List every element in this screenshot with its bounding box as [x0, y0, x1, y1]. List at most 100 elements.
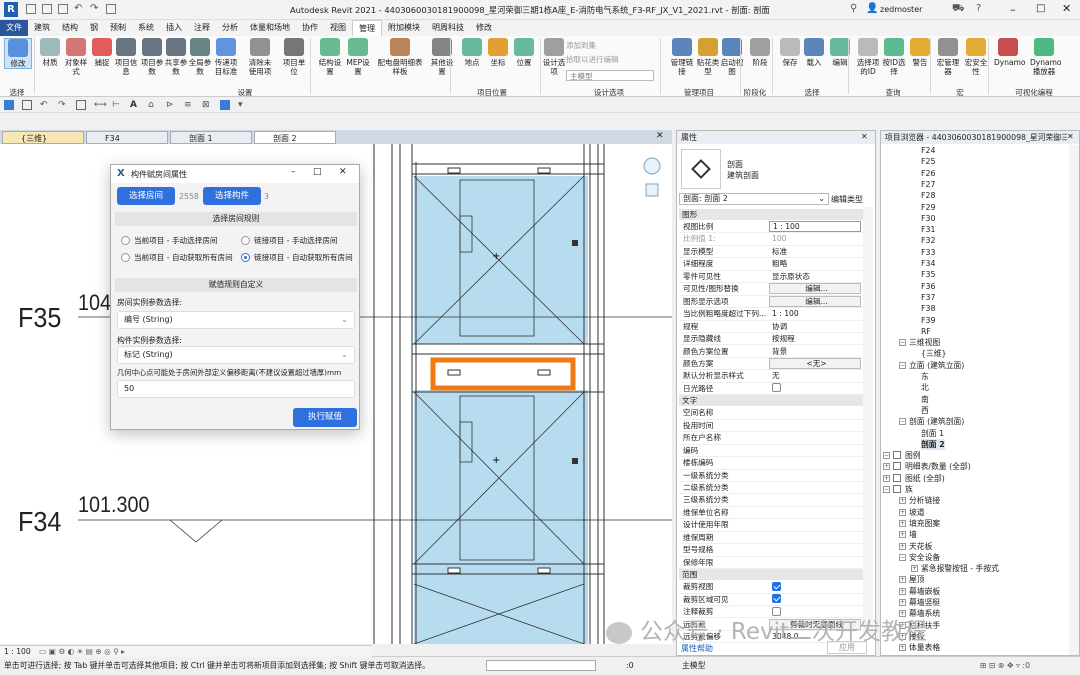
- menu-tab[interactable]: 插入: [160, 20, 188, 36]
- checkbox[interactable]: [772, 383, 781, 393]
- property-row[interactable]: 投用时间: [679, 420, 863, 433]
- ribbon-button[interactable]: MEP设置: [344, 38, 372, 76]
- binoculars-icon[interactable]: ⚲: [850, 3, 857, 14]
- design-option-field[interactable]: 主模型: [682, 657, 705, 675]
- menu-tab[interactable]: 钢: [84, 20, 104, 36]
- property-value[interactable]: 标准: [769, 246, 861, 258]
- radio-link-auto[interactable]: 链接项目 - 自动获取所有房间: [241, 252, 353, 263]
- cart-icon[interactable]: ⛟: [952, 3, 965, 16]
- browser-item-floor[interactable]: F32: [921, 235, 935, 246]
- property-value[interactable]: [769, 383, 861, 395]
- browser-item-floor[interactable]: F33: [921, 247, 935, 258]
- minimize-icon[interactable]: –: [291, 167, 296, 177]
- tree-toggle-icon[interactable]: +: [899, 531, 906, 539]
- browser-item-floor[interactable]: F29: [921, 202, 935, 213]
- open-icon[interactable]: [26, 4, 36, 14]
- browser-tree-item[interactable]: 东: [921, 371, 929, 382]
- ribbon-button[interactable]: 项目单位: [280, 38, 308, 76]
- property-row[interactable]: 图形显示选项 编辑...: [679, 295, 863, 309]
- ribbon-button[interactable]: Dynamo播放器: [1030, 38, 1061, 76]
- browser-item-floor[interactable]: RF: [921, 326, 931, 337]
- radio-current-auto[interactable]: 当前项目 - 自动获取所有房间: [121, 252, 233, 263]
- close-icon[interactable]: ✕: [1067, 132, 1074, 141]
- redo-icon[interactable]: ↷: [58, 100, 68, 110]
- select-component-button[interactable]: 选择构件: [203, 187, 261, 205]
- radio-current-manual[interactable]: 当前项目 - 手动选择房间: [121, 235, 218, 246]
- property-value[interactable]: 粗略: [769, 258, 861, 270]
- select-room-button[interactable]: 选择房间: [117, 187, 175, 205]
- level-name-f34[interactable]: F34: [18, 506, 61, 538]
- undo-icon[interactable]: ↶: [40, 100, 50, 110]
- ribbon-button[interactable]: 按ID选择: [880, 38, 908, 76]
- execute-button[interactable]: 执行赋值: [293, 408, 357, 427]
- property-row[interactable]: 日光路径: [679, 383, 863, 396]
- user-name[interactable]: zedmoster: [880, 5, 922, 14]
- browser-tree-item[interactable]: 剖面 2: [921, 438, 945, 450]
- property-row[interactable]: 所在户名称: [679, 432, 863, 445]
- property-row[interactable]: 编码: [679, 445, 863, 458]
- property-value[interactable]: 无: [769, 370, 861, 382]
- measure-icon[interactable]: ⟷: [94, 100, 107, 110]
- tree-toggle-icon[interactable]: −: [899, 418, 906, 426]
- browser-tree-item[interactable]: 图例: [905, 450, 921, 461]
- ribbon-button[interactable]: 结构设置: [316, 38, 344, 76]
- checkbox[interactable]: [772, 594, 781, 604]
- ribbon-button[interactable]: 地点: [458, 38, 486, 67]
- browser-item-floor[interactable]: F31: [921, 224, 935, 235]
- maximize-icon[interactable]: □: [1036, 3, 1045, 14]
- ribbon-button[interactable]: 宏管理器: [934, 38, 962, 76]
- browser-item-floor[interactable]: F25: [921, 156, 935, 167]
- browser-item-floor[interactable]: F36: [921, 281, 935, 292]
- ribbon-button[interactable]: 启动视图: [718, 38, 746, 76]
- menu-tab[interactable]: 视图: [324, 20, 352, 36]
- checkbox[interactable]: [772, 581, 781, 591]
- property-row[interactable]: 视图比例 1 : 100: [679, 221, 863, 234]
- browser-tree-item[interactable]: 坡道: [909, 507, 925, 518]
- print-icon[interactable]: [106, 4, 116, 14]
- ribbon-button[interactable]: 项目信息: [112, 38, 140, 76]
- browser-tree-item[interactable]: 北: [921, 382, 929, 393]
- property-row[interactable]: 默认分析显示样式 无: [679, 370, 863, 383]
- menu-tab[interactable]: 协作: [296, 20, 324, 36]
- radio-circle[interactable]: [241, 235, 250, 245]
- browser-tree-item[interactable]: 南: [921, 394, 929, 405]
- tree-toggle-icon[interactable]: +: [883, 463, 890, 471]
- menu-tab[interactable]: 分析: [216, 20, 244, 36]
- ribbon-button[interactable]: Dynamo: [994, 38, 1025, 67]
- browser-tree-item[interactable]: 幕墙竖梃: [909, 597, 940, 608]
- menu-tab[interactable]: 系统: [132, 20, 160, 36]
- tab-section-1[interactable]: 剖面 1: [170, 131, 252, 144]
- tree-toggle-icon[interactable]: +: [911, 565, 918, 573]
- menu-tab[interactable]: 注释: [188, 20, 216, 36]
- save-icon[interactable]: [42, 4, 52, 14]
- level-name-f35[interactable]: F35: [18, 302, 61, 334]
- property-value[interactable]: <无>: [769, 357, 861, 369]
- property-row[interactable]: 可见性/图形替换 编辑...: [679, 283, 863, 296]
- browser-tree-item[interactable]: 族: [905, 484, 913, 495]
- print-icon[interactable]: [76, 100, 86, 110]
- menu-tab[interactable]: 明周科技: [426, 20, 470, 36]
- property-row[interactable]: 空间名称: [679, 407, 863, 420]
- ribbon-button[interactable]: 管理链接: [668, 38, 696, 76]
- ribbon-button[interactable]: 编辑: [826, 38, 854, 67]
- instance-selector[interactable]: 剖面: 剖面 2 ⌄: [679, 193, 829, 205]
- ribbon-small-item[interactable]: 拾取以进行编辑: [566, 54, 619, 65]
- offset-input[interactable]: 50: [117, 380, 355, 398]
- browser-tree-item[interactable]: {三维}: [921, 348, 947, 359]
- radio-circle-selected[interactable]: [241, 252, 250, 262]
- tree-toggle-icon[interactable]: +: [899, 508, 906, 516]
- property-row[interactable]: 当比例粗略度超过下列... 1 : 100: [679, 308, 863, 321]
- menu-tab[interactable]: 预制: [104, 20, 132, 36]
- tab-3d[interactable]: {三维}: [2, 131, 84, 144]
- undo-icon[interactable]: ↶: [74, 4, 84, 14]
- browser-tree-item[interactable]: 剖面 (建筑剖面): [909, 416, 964, 427]
- ribbon-small-item[interactable]: 添加到集: [566, 40, 596, 51]
- design-option-select[interactable]: 主模型: [566, 70, 654, 81]
- tree-toggle-icon[interactable]: +: [899, 542, 906, 550]
- tree-toggle-icon[interactable]: +: [899, 576, 906, 584]
- ribbon-button[interactable]: 坐标: [484, 38, 512, 67]
- radio-circle[interactable]: [121, 252, 130, 262]
- tree-toggle-icon[interactable]: −: [883, 486, 890, 493]
- property-row[interactable]: 型号规格: [679, 544, 863, 557]
- tree-toggle-icon[interactable]: −: [883, 452, 890, 460]
